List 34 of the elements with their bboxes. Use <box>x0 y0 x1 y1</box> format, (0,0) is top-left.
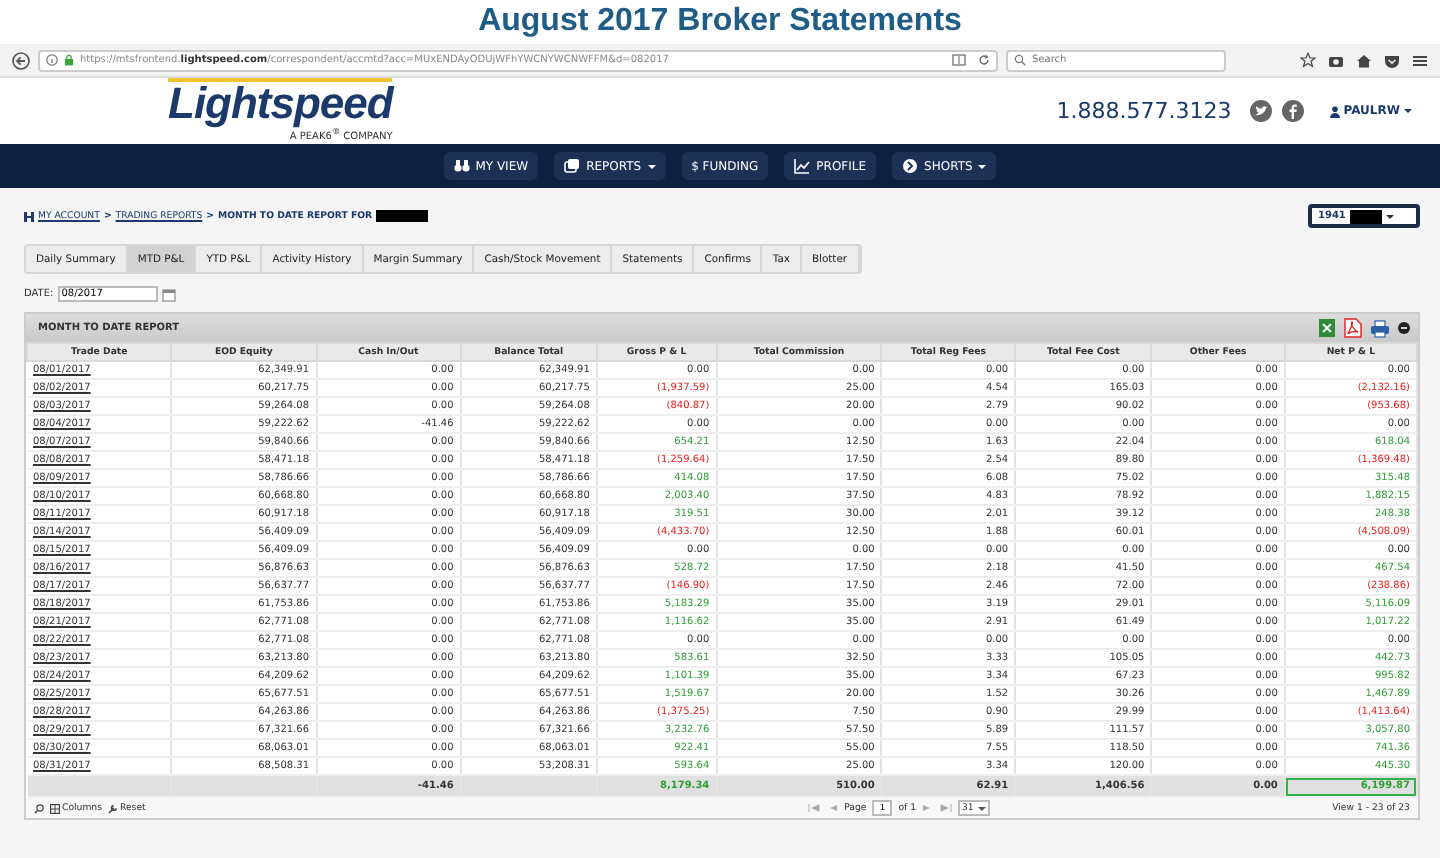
person-icon <box>1329 105 1340 117</box>
home-icon[interactable] <box>1356 53 1372 67</box>
camera-icon[interactable] <box>1328 53 1344 67</box>
lock-icon <box>64 54 74 66</box>
chart-icon <box>794 158 811 174</box>
wrench-icon <box>108 803 118 813</box>
grid-icon <box>50 803 60 813</box>
search-icon[interactable] <box>34 803 44 813</box>
logo[interactable]: Lightspeed <box>168 78 393 127</box>
f-circle-icon[interactable] <box>1281 100 1304 122</box>
printer-icon[interactable] <box>1370 319 1390 337</box>
pdf-icon[interactable] <box>1344 318 1362 338</box>
bird-icon[interactable] <box>1249 100 1272 122</box>
caret-icon <box>1404 108 1412 114</box>
circle-arrow-icon <box>902 158 919 174</box>
reload-icon[interactable] <box>978 54 990 66</box>
phone-number: 1.888.577.3123 <box>1056 98 1232 124</box>
reader-icon[interactable] <box>952 54 966 66</box>
caret-icon <box>977 805 986 811</box>
page-title: August 2017 Broker Statements <box>478 4 962 40</box>
caret-icon <box>1385 213 1394 219</box>
menu-icon[interactable] <box>1412 53 1428 67</box>
stack-icon <box>564 158 581 174</box>
info-icon <box>46 54 58 66</box>
collapse-icon[interactable] <box>1398 322 1410 334</box>
binoculars-icon <box>453 158 470 174</box>
redaction-bar <box>376 210 429 222</box>
star-icon[interactable] <box>1300 52 1316 68</box>
back-icon[interactable] <box>12 51 30 69</box>
home-icon[interactable] <box>24 211 34 221</box>
search-icon <box>1014 54 1026 66</box>
pocket-icon[interactable] <box>1384 53 1400 67</box>
spreadsheet-icon[interactable] <box>1318 318 1336 338</box>
calendar-icon[interactable] <box>161 287 176 301</box>
